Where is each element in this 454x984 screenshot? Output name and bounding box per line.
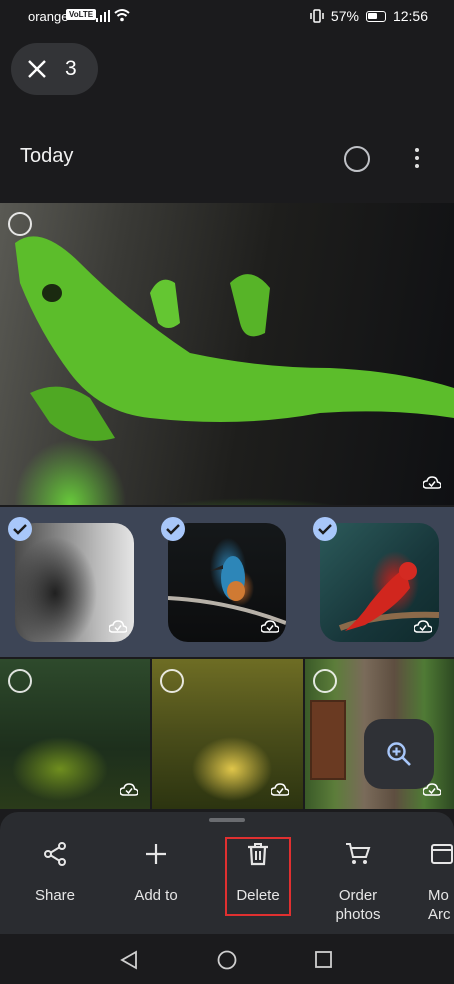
add-to-button[interactable]: Add to (111, 840, 201, 905)
cloud-done-icon (109, 620, 127, 633)
carrier-name: orange (28, 9, 69, 24)
cloud-done-icon (423, 476, 441, 489)
vibrate-icon (310, 9, 324, 23)
close-icon[interactable] (25, 57, 49, 81)
order-photos-label: Order photos (335, 887, 381, 923)
plus-icon (142, 840, 170, 868)
cart-icon (344, 840, 372, 868)
delete-highlight-box (225, 837, 291, 916)
status-bar: orange VoLTE 57% 12:56 (0, 0, 454, 34)
photo-lizard[interactable] (0, 203, 454, 505)
status-right: 57% 12:56 (310, 8, 428, 24)
selected-check-icon[interactable] (161, 517, 185, 541)
archive-icon (428, 840, 454, 868)
selected-count: 3 (65, 57, 77, 80)
cloud-done-icon (414, 620, 432, 633)
photo-forest[interactable] (0, 659, 150, 809)
home-icon[interactable] (217, 950, 237, 970)
selection-pill[interactable]: 3 (11, 43, 98, 95)
select-circle[interactable] (8, 212, 32, 236)
move-to-archive-button[interactable]: Mo Arc (404, 840, 454, 924)
selected-check-icon[interactable] (8, 517, 32, 541)
order-photos-button[interactable]: Order photos (313, 840, 403, 924)
cloud-done-icon (261, 620, 279, 633)
more-options-icon[interactable] (408, 146, 426, 170)
door-illustration (310, 700, 346, 780)
signal-icon (96, 10, 110, 22)
select-circle[interactable] (8, 669, 32, 693)
photo-parrot[interactable] (320, 523, 439, 642)
photo-tree[interactable] (152, 659, 303, 809)
photo-horse[interactable] (15, 523, 134, 642)
wifi-icon (114, 9, 130, 22)
system-nav-bar (0, 934, 454, 984)
section-title: Today (20, 145, 74, 167)
select-all-circle[interactable] (344, 146, 370, 172)
share-icon (41, 840, 69, 868)
clock: 12:56 (392, 8, 428, 24)
select-circle[interactable] (313, 669, 337, 693)
share-label: Share (34, 887, 76, 904)
add-to-label: Add to (134, 887, 178, 904)
cloud-done-icon (120, 783, 138, 796)
archive-label: Mo Arc (428, 887, 451, 923)
share-button[interactable]: Share (10, 840, 100, 905)
recents-icon[interactable] (315, 951, 332, 968)
select-circle[interactable] (160, 669, 184, 693)
selected-check-icon[interactable] (313, 517, 337, 541)
sheet-drag-handle[interactable] (209, 818, 245, 822)
battery-icon (365, 10, 386, 22)
photo-kingfisher[interactable] (168, 523, 286, 642)
cloud-done-icon (271, 783, 289, 796)
volte-badge: VoLTE (66, 9, 97, 20)
lizard-illustration (15, 236, 454, 441)
zoom-in-icon (387, 742, 411, 766)
back-icon[interactable] (120, 950, 138, 970)
battery-percent: 57% (330, 8, 359, 24)
zoom-button[interactable] (364, 719, 434, 789)
